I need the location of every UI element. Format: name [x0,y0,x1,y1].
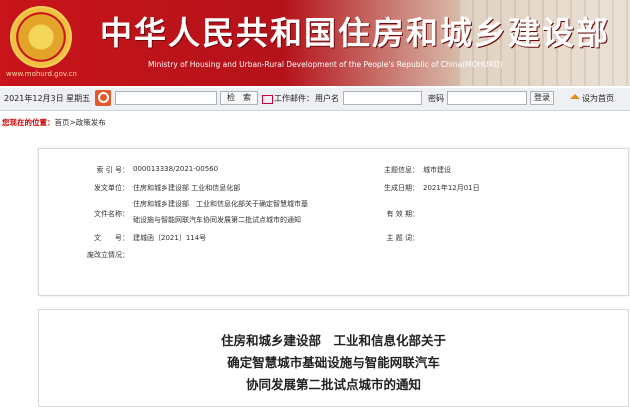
docno-label: 文 号： [94,234,129,242]
current-date: 2021年12月3日 星期五 [4,94,91,103]
keywords-label: 主 题 词： [386,234,419,242]
site-url[interactable]: www.mohurd.gov.cn [6,70,77,78]
abolish-label: 废改立情况： [87,251,129,259]
username-label: 用户名 [315,94,339,103]
mail-icon [262,95,273,104]
search-button[interactable]: 检 索 [220,91,258,105]
login-button[interactable]: 登录 [530,91,554,105]
password-label: 密码 [428,94,444,103]
article-body: 住房和城乡建设部 工业和信息化部关于 确定智慧城市基础设施与智能网联汽车 协同发… [38,309,629,407]
subject-label: 主题信息： [384,166,419,174]
national-emblem-icon [10,6,72,68]
docname-line2: 础设施与智能网联汽车协同发展第二批试点城市的通知 [133,216,301,224]
site-title: 中华人民共和国住房和城乡建设部 [100,14,611,52]
issuer-value: 住房和城乡建设部 工业和信息化部 [133,184,241,192]
date-label: 生成日期： [384,184,419,192]
docno-value: 建城函〔2021〕114号 [133,234,207,242]
breadcrumb-path[interactable]: 首页>政策发布 [55,118,106,127]
site-title-english: Ministry of Housing and Urban-Rural Deve… [148,60,503,69]
article-title-line2: 确定智慧城市基础设施与智能网联汽车 [227,355,440,370]
search-input[interactable] [115,91,217,105]
mail-label: 工作邮件： [274,94,314,103]
article-title-line1: 住房和城乡建设部 工业和信息化部关于 [220,333,446,348]
subject-value: 城市建设 [423,166,451,174]
index-label: 索 引 号： [96,166,129,174]
breadcrumb: 您现在的位置：首页>政策发布 [2,117,106,128]
document-info-panel: 索 引 号： 000013338/2021-00560 发文单位： 住房和城乡建… [38,148,629,296]
date-value: 2021年12月01日 [423,184,480,192]
docname-line1: 住房和城乡建设部 工业和信息化部关于确定智慧城市基 [133,200,308,208]
search-login-bar: 2021年12月3日 星期五 检 索 工作邮件： 用户名 密码 登录 设为首页 [0,88,630,111]
username-input[interactable] [343,91,422,105]
site-banner: www.mohurd.gov.cn 中华人民共和国住房和城乡建设部 Minist… [0,0,630,86]
breadcrumb-label: 您现在的位置： [2,118,55,127]
home-icon [570,94,580,99]
search-icon[interactable] [95,90,111,106]
password-input[interactable] [447,91,527,105]
docname-label: 文件名称： [94,210,129,218]
issuer-label: 发文单位： [94,184,129,192]
index-value: 000013338/2021-00560 [133,165,219,173]
validity-label: 有 效 期： [386,210,419,218]
article-title-line3: 协同发展第二批试点城市的通知 [245,377,421,392]
set-homepage-link[interactable]: 设为首页 [582,93,614,104]
